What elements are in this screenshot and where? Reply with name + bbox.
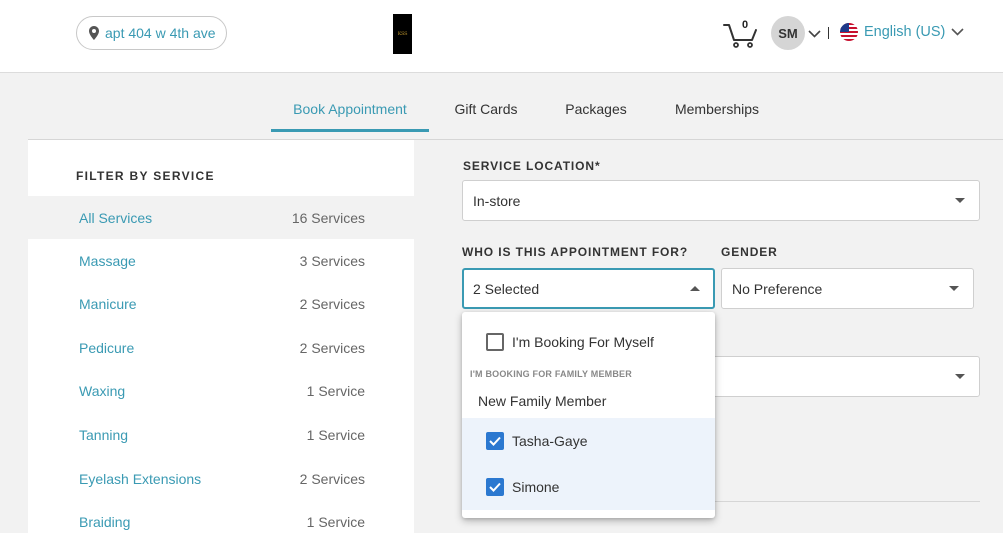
- cart-count-badge: 0: [742, 19, 749, 31]
- service-count: 2 Services: [299, 339, 365, 356]
- chevron-down-icon: [951, 24, 964, 40]
- service-filter-eyelash-extensions[interactable]: Eyelash Extensions 2 Services: [28, 457, 414, 500]
- language-selector[interactable]: English (US): [840, 23, 964, 41]
- chevron-down-icon[interactable]: [808, 25, 821, 43]
- checkbox-checked-icon[interactable]: [486, 478, 504, 496]
- service-count: 1 Service: [306, 513, 365, 530]
- service-filter-massage[interactable]: Massage 3 Services: [28, 239, 414, 282]
- user-avatar[interactable]: SM: [771, 16, 805, 50]
- who-for-select[interactable]: 2 Selected: [462, 268, 715, 309]
- logo-text: KSS: [397, 31, 408, 37]
- caret-up-icon: [690, 286, 700, 291]
- booking-tabs: Book Appointment Gift Cards Packages Mem…: [28, 86, 1003, 140]
- service-count: 16 Services: [291, 209, 365, 226]
- service-count: 2 Services: [299, 295, 365, 312]
- service-name: Pedicure: [79, 339, 135, 356]
- cart-button[interactable]: 0: [722, 18, 760, 48]
- option-label: I'm Booking For Myself: [512, 334, 654, 350]
- service-filter-sidebar: FILTER BY SERVICE All Services 16 Servic…: [28, 140, 414, 533]
- header-divider: [828, 27, 829, 39]
- service-name: Massage: [79, 252, 136, 269]
- checkbox-unchecked-icon[interactable]: [486, 333, 504, 351]
- service-filter-all[interactable]: All Services 16 Services: [28, 196, 414, 239]
- option-label: Tasha-Gaye: [512, 433, 588, 449]
- gender-value: No Preference: [732, 280, 823, 297]
- service-count: 1 Service: [306, 382, 365, 399]
- option-label: Simone: [512, 479, 560, 495]
- checkbox-checked-icon[interactable]: [486, 432, 504, 450]
- map-pin-icon: [89, 26, 99, 40]
- service-location-label: SERVICE LOCATION*: [463, 159, 601, 173]
- service-count: 1 Service: [306, 426, 365, 443]
- who-for-label: WHO IS THIS APPOINTMENT FOR?: [462, 245, 689, 259]
- caret-down-icon: [955, 374, 965, 379]
- service-name: Eyelash Extensions: [79, 470, 202, 487]
- gender-select[interactable]: No Preference: [721, 268, 974, 309]
- gender-label: GENDER: [721, 245, 778, 259]
- brand-logo[interactable]: KSS: [393, 14, 412, 54]
- option-family-member[interactable]: Tasha-Gaye: [462, 418, 715, 464]
- service-count: 3 Services: [299, 252, 365, 269]
- location-text: apt 404 w 4th ave: [105, 25, 216, 41]
- us-flag-icon: [840, 23, 858, 41]
- service-name: All Services: [79, 209, 153, 226]
- service-name: Tanning: [79, 426, 129, 443]
- tab-packages[interactable]: Packages: [550, 86, 642, 132]
- service-filter-pedicure[interactable]: Pedicure 2 Services: [28, 326, 414, 369]
- who-for-value: 2 Selected: [473, 280, 540, 297]
- service-count: 2 Services: [299, 470, 365, 487]
- service-filter-braiding[interactable]: Braiding 1 Service: [28, 500, 414, 533]
- service-name: Manicure: [79, 295, 137, 312]
- family-group-label: I'M BOOKING FOR FAMILY MEMBER: [470, 369, 632, 379]
- tab-memberships[interactable]: Memberships: [661, 86, 773, 132]
- location-button[interactable]: apt 404 w 4th ave: [76, 16, 227, 50]
- caret-down-icon: [955, 198, 965, 203]
- option-family-member[interactable]: Simone: [462, 464, 715, 510]
- tab-book-appointment[interactable]: Book Appointment: [271, 86, 429, 132]
- option-label: New Family Member: [478, 393, 607, 409]
- service-name: Braiding: [79, 513, 131, 530]
- service-location-select[interactable]: In-store: [462, 180, 980, 221]
- tab-gift-cards[interactable]: Gift Cards: [440, 86, 532, 132]
- caret-down-icon: [949, 286, 959, 291]
- top-header: apt 404 w 4th ave KSS 0 SM English (US): [0, 0, 1003, 73]
- cart-icon: [722, 24, 760, 52]
- option-booking-for-myself[interactable]: I'm Booking For Myself: [462, 326, 715, 358]
- who-for-dropdown-menu: I'm Booking For Myself I'M BOOKING FOR F…: [462, 312, 715, 518]
- service-location-value: In-store: [473, 192, 521, 209]
- filter-title: FILTER BY SERVICE: [76, 169, 215, 183]
- service-filter-tanning[interactable]: Tanning 1 Service: [28, 413, 414, 456]
- service-filter-manicure[interactable]: Manicure 2 Services: [28, 282, 414, 325]
- active-tab-indicator: [271, 129, 429, 132]
- language-label: English (US): [864, 24, 946, 40]
- option-new-family-member[interactable]: New Family Member: [462, 386, 715, 416]
- service-filter-waxing[interactable]: Waxing 1 Service: [28, 369, 414, 412]
- service-name: Waxing: [79, 382, 126, 399]
